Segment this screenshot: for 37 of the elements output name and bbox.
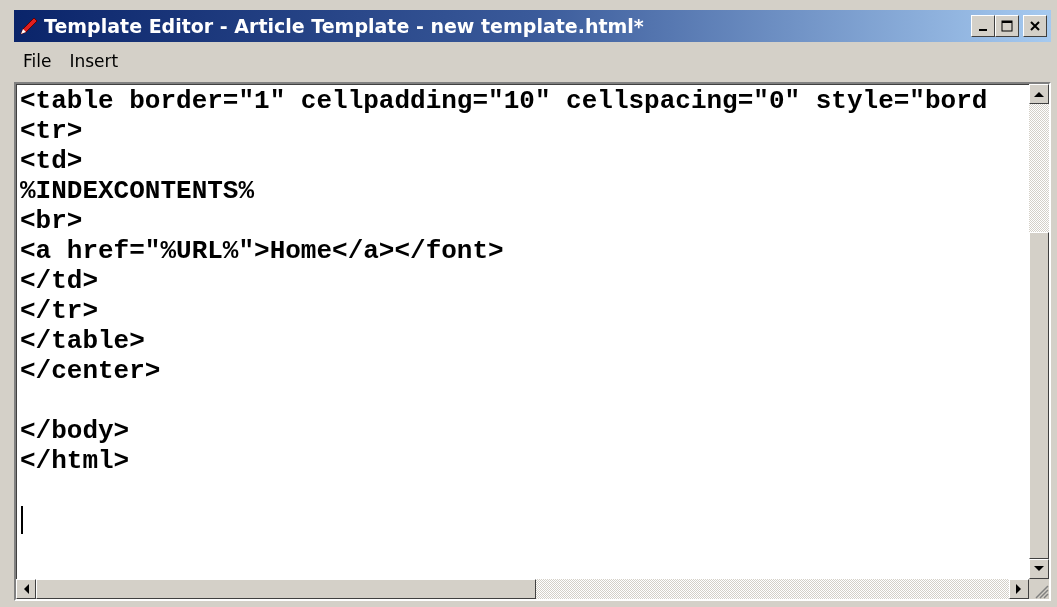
horizontal-scrollbar[interactable] [16, 579, 1029, 599]
scroll-right-button[interactable] [1009, 579, 1029, 599]
code-line: <a href="%URL%">Home</a></font> [20, 236, 505, 266]
menu-item[interactable]: Insert [60, 47, 128, 77]
close-icon [1029, 20, 1041, 32]
left-arrow-icon [23, 584, 29, 594]
code-line: </td> [20, 266, 99, 296]
text-cursor [21, 506, 23, 534]
scroll-down-button[interactable] [1029, 559, 1049, 579]
code-line: </center> [20, 356, 162, 386]
code-line: <br> [20, 206, 84, 236]
code-line: <td> [20, 146, 84, 176]
right-arrow-icon [1016, 584, 1022, 594]
code-line: <tr> [20, 116, 84, 146]
resize-grip-icon [1035, 585, 1049, 599]
pencil-icon [18, 15, 40, 37]
code-line: %INDEXCONTENTS% [20, 176, 256, 206]
code-line: </tr> [20, 296, 99, 326]
down-arrow-icon [1034, 566, 1044, 572]
code-line: </html> [20, 446, 131, 476]
scroll-up-button[interactable] [1029, 84, 1049, 104]
scroll-thumb[interactable] [36, 579, 536, 599]
window-title: Template Editor - Article Template - new template.html* [44, 13, 645, 39]
vertical-scrollbar[interactable] [1029, 84, 1049, 579]
up-arrow-icon [1034, 91, 1044, 97]
scroll-thumb[interactable] [1029, 232, 1049, 559]
maximize-button[interactable] [995, 15, 1019, 37]
minimize-icon [979, 29, 987, 31]
close-button[interactable] [1023, 15, 1047, 37]
maximize-icon [1001, 20, 1013, 32]
minimize-button[interactable] [971, 15, 995, 37]
code-line: </body> [20, 416, 131, 446]
code-line: </table> [20, 326, 146, 356]
menu-item[interactable]: File [14, 47, 61, 77]
text-editor[interactable]: <table border="1" cellpadding="10" cellspacing="0" style="bord <tr> <td> %INDEXCONTENTS% <br> <a href="%URL%">Home</a></font> </td> </tr> </table> </center> </body> </html> [14, 82, 1051, 601]
scroll-left-button[interactable] [16, 579, 36, 599]
code-line: <table border="1" cellpadding="10" cellspacing="0" style="bord [20, 86, 989, 116]
